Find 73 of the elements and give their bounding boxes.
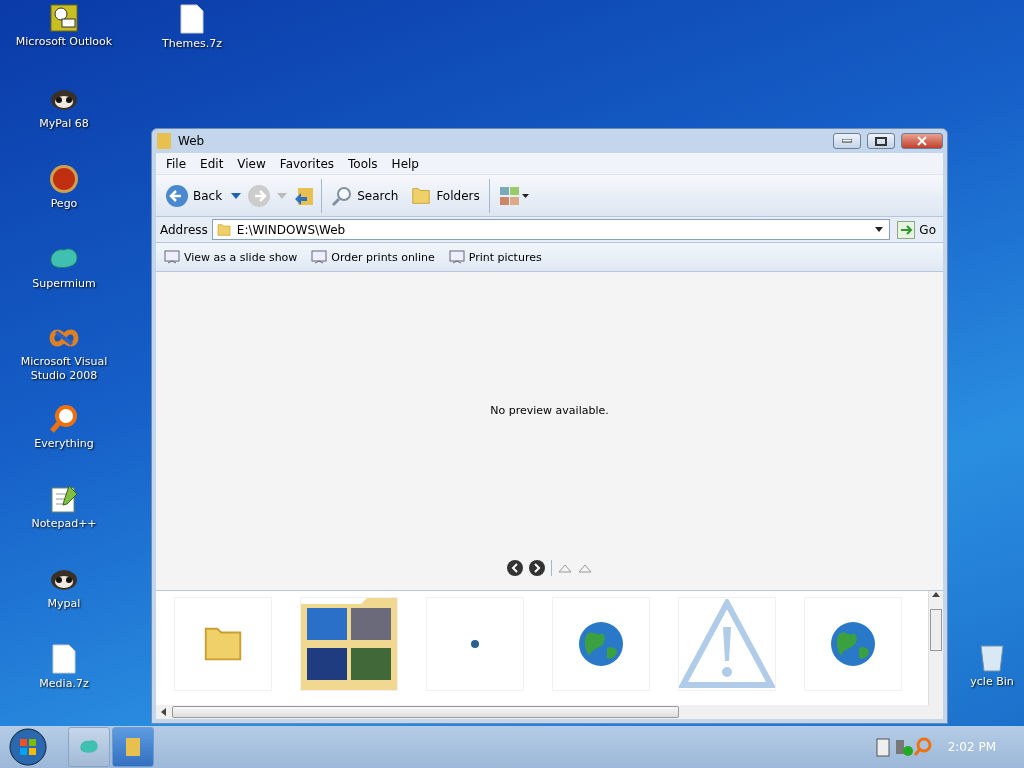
notepad-icon	[49, 484, 79, 514]
picture-folder-icon	[301, 598, 397, 690]
folder-icon	[125, 737, 141, 757]
file-icon	[52, 644, 76, 674]
preview-message: No preview available.	[490, 404, 609, 419]
dot-icon	[471, 640, 479, 648]
folder-icon	[215, 221, 232, 238]
menu-item[interactable]: Edit	[194, 156, 230, 171]
window-title: Web	[178, 134, 206, 148]
start-button[interactable]	[8, 727, 48, 767]
thumbnail[interactable]	[300, 597, 398, 691]
minimize-icon	[842, 139, 852, 143]
address-field[interactable]: E:\WINDOWS\Web	[211, 219, 891, 240]
next-icon[interactable]	[529, 560, 545, 576]
folder-icon	[156, 132, 172, 150]
rotate-right-icon[interactable]	[578, 563, 592, 573]
menu-item[interactable]: View	[231, 156, 272, 171]
icon-label: MyPal 68	[39, 117, 89, 131]
icon-label: Microsoft Visual Studio 2008	[19, 355, 109, 383]
tray-icons	[875, 736, 932, 758]
back-button[interactable]: Back	[162, 181, 226, 210]
trash-can-icon	[979, 642, 1005, 672]
file-icon	[180, 4, 204, 34]
search-icon	[331, 184, 354, 207]
icon-label: Supermium	[32, 277, 96, 291]
scroll-left-icon[interactable]	[160, 708, 168, 716]
close-button[interactable]	[901, 133, 943, 149]
dropdown-icon	[873, 226, 886, 233]
icon-label: Mypal	[47, 597, 81, 611]
maximize-icon	[875, 136, 887, 146]
address-label: Address	[160, 222, 208, 237]
search-button[interactable]: Search	[328, 182, 402, 209]
task-link[interactable]: View as a slide show	[164, 250, 298, 264]
icon-label: Everything	[34, 437, 94, 451]
previous-icon[interactable]	[507, 560, 523, 576]
thumbnail[interactable]	[804, 597, 902, 691]
icon-label: Microsoft Outlook	[15, 35, 113, 49]
views-icon	[498, 184, 529, 207]
folders-button[interactable]: Folders	[407, 182, 483, 209]
horizontal-scrollbar[interactable]	[156, 705, 943, 719]
task-link[interactable]: Print pictures	[448, 250, 542, 264]
menu-item[interactable]: Favorites	[273, 156, 341, 171]
minimize-button[interactable]	[833, 133, 861, 149]
icon-label: Notepad++	[31, 517, 97, 531]
taskbar-button[interactable]	[112, 727, 154, 767]
menu-item[interactable]: File	[160, 156, 193, 171]
task-link[interactable]: Order prints online	[311, 250, 435, 264]
magnifier-icon	[49, 404, 79, 434]
go-button[interactable]: Go	[894, 218, 939, 241]
ball-icon	[49, 164, 79, 194]
screen-icon	[311, 250, 328, 264]
icon-label: ycle Bin	[970, 675, 1014, 689]
clock: 2:02 PM	[947, 740, 996, 754]
icon-label: Pego	[50, 197, 78, 211]
icon-label: Media.7z	[39, 677, 89, 691]
maximize-button[interactable]	[867, 133, 895, 149]
calendar-icon	[50, 4, 78, 32]
globe-icon	[577, 620, 625, 668]
close-icon	[917, 136, 927, 146]
vertical-scrollbar[interactable]	[928, 591, 943, 705]
caret-icon[interactable]	[231, 192, 242, 199]
thumbnail[interactable]	[552, 597, 650, 691]
icon-label: Themes.7z	[162, 37, 222, 51]
screen-icon	[164, 250, 180, 264]
screen-icon	[448, 250, 465, 264]
menu-item[interactable]: Help	[385, 156, 425, 171]
rotate-left-icon[interactable]	[558, 563, 572, 573]
globe-icon	[829, 620, 877, 668]
menu-item[interactable]: Tools	[342, 156, 384, 171]
thumbnail[interactable]	[174, 597, 272, 691]
warning-icon	[679, 599, 775, 689]
thumbnail[interactable]	[678, 597, 776, 691]
thumbnail[interactable]	[426, 597, 524, 691]
